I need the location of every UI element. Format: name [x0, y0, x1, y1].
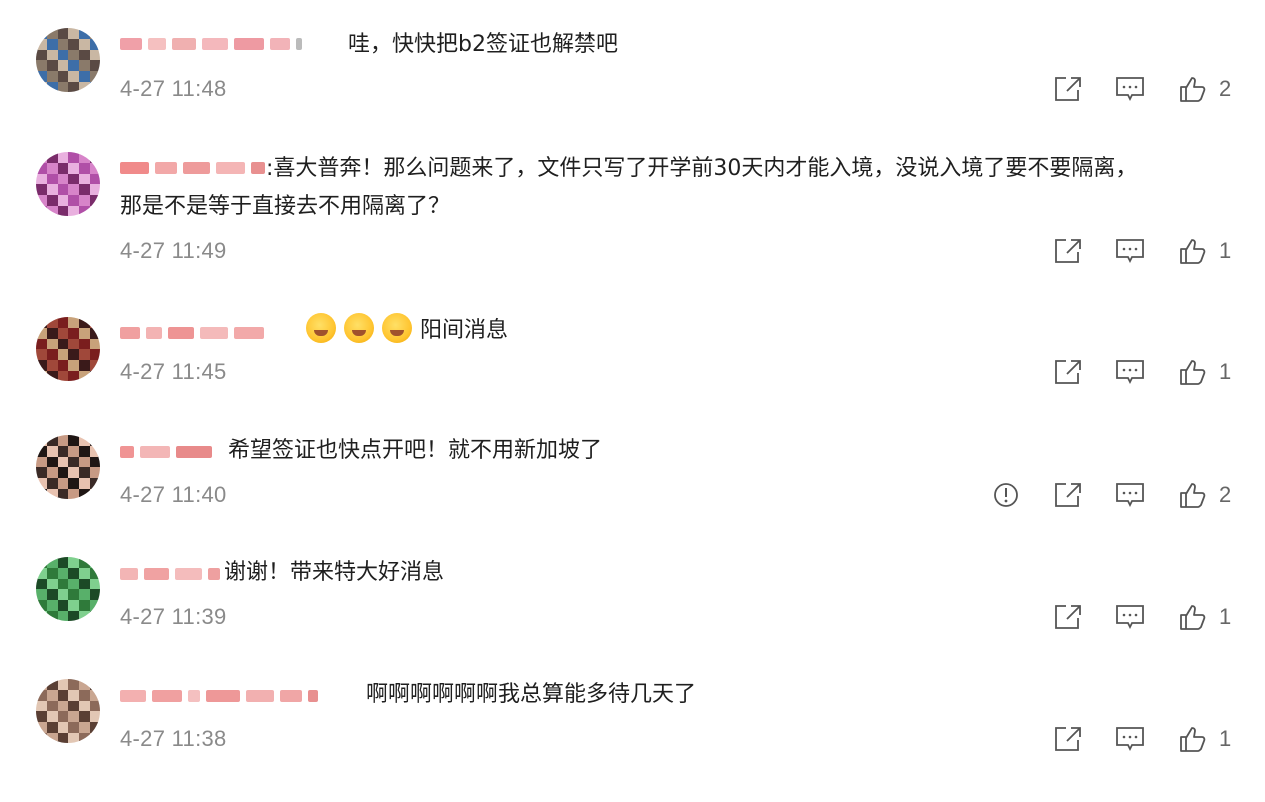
report-icon[interactable]: [989, 478, 1023, 512]
avatar-image: [36, 152, 100, 216]
like-count: 1: [1219, 238, 1232, 263]
comment-time: 4-27 11:45: [120, 359, 227, 384]
comment-item: 哇，快快把b2签证也解禁吧 4-27 11:48 2: [0, 0, 1265, 130]
share-icon[interactable]: [1051, 478, 1085, 512]
share-icon[interactable]: [1051, 355, 1085, 389]
avatar[interactable]: [36, 317, 100, 381]
like-icon[interactable]: [1175, 722, 1209, 756]
avatar[interactable]: [36, 435, 100, 499]
username-blurred[interactable]: [120, 158, 266, 178]
username-blurred[interactable]: [120, 564, 220, 584]
avatar[interactable]: [36, 557, 100, 621]
username-blurred[interactable]: [120, 442, 225, 462]
share-icon[interactable]: [1051, 722, 1085, 756]
username-blurred[interactable]: [120, 686, 358, 706]
comment-item: 阳间消息 4-27 11:45 1: [0, 295, 1265, 420]
share-icon[interactable]: [1051, 72, 1085, 106]
avatar-image: [36, 28, 100, 92]
comment-actions: 1: [1023, 722, 1233, 756]
like-icon[interactable]: [1175, 234, 1209, 268]
comment-time: 4-27 11:48: [120, 76, 227, 101]
comment-text: 哇，快快把b2签证也解禁吧: [348, 32, 618, 57]
comment-actions: 2: [961, 478, 1233, 512]
comment-text-body: 阳间消息: [420, 318, 509, 343]
comment-item: 谢谢！带来特大好消息 4-27 11:39 1: [0, 542, 1265, 664]
avatar-image: [36, 435, 100, 499]
comment-time: 4-27 11:38: [120, 726, 227, 751]
comment-actions: 1: [1023, 600, 1233, 634]
like-icon[interactable]: [1175, 600, 1209, 634]
avatar-image: [36, 557, 100, 621]
comment-text: 阳间消息: [306, 313, 508, 348]
username-blurred[interactable]: [120, 323, 305, 343]
like-icon[interactable]: [1175, 355, 1209, 389]
comment-time: 4-27 11:39: [120, 604, 227, 629]
reply-icon[interactable]: [1113, 234, 1147, 268]
comment-text-continued: 那是不是等于直接去不用隔离了？: [120, 194, 451, 219]
comment-text: 谢谢！带来特大好消息: [224, 560, 445, 585]
emoji-icon: [344, 313, 374, 343]
comment-actions: 2: [1023, 72, 1233, 106]
like-icon[interactable]: [1175, 478, 1209, 512]
reply-icon[interactable]: [1113, 72, 1147, 106]
username-blurred[interactable]: [120, 34, 350, 54]
avatar-image: [36, 317, 100, 381]
comment-text: 希望签证也快点开吧！就不用新加坡了: [228, 438, 603, 463]
like-count: 2: [1219, 482, 1232, 507]
share-icon[interactable]: [1051, 234, 1085, 268]
comment-time: 4-27 11:49: [120, 238, 227, 263]
comment-actions: 1: [1023, 234, 1233, 268]
comment-item: 希望签证也快点开吧！就不用新加坡了 4-27 11:40 2: [0, 420, 1265, 542]
like-icon[interactable]: [1175, 72, 1209, 106]
comment-text: 啊啊啊啊啊啊我总算能多待几天了: [366, 682, 697, 707]
reply-icon[interactable]: [1113, 478, 1147, 512]
comment-actions: 1: [1023, 355, 1233, 389]
like-count: 2: [1219, 76, 1232, 101]
comment-item: :喜大普奔！那么问题来了，文件只写了开学前30天内才能入境，没说入境了要不要隔离…: [0, 130, 1265, 295]
like-count: 1: [1219, 604, 1232, 629]
reply-icon[interactable]: [1113, 600, 1147, 634]
emoji-icon: [306, 313, 336, 343]
comment-item: 啊啊啊啊啊啊我总算能多待几天了 4-27 11:38 1: [0, 664, 1265, 802]
avatar[interactable]: [36, 152, 100, 216]
avatar[interactable]: [36, 679, 100, 743]
reply-icon[interactable]: [1113, 722, 1147, 756]
like-count: 1: [1219, 359, 1232, 384]
reply-icon[interactable]: [1113, 355, 1147, 389]
avatar[interactable]: [36, 28, 100, 92]
comment-time: 4-27 11:40: [120, 482, 227, 507]
like-count: 1: [1219, 726, 1232, 751]
share-icon[interactable]: [1051, 600, 1085, 634]
emoji-icon: [382, 313, 412, 343]
avatar-image: [36, 679, 100, 743]
comment-text: :喜大普奔！那么问题来了，文件只写了开学前30天内才能入境，没说入境了要不要隔离…: [266, 156, 1138, 181]
